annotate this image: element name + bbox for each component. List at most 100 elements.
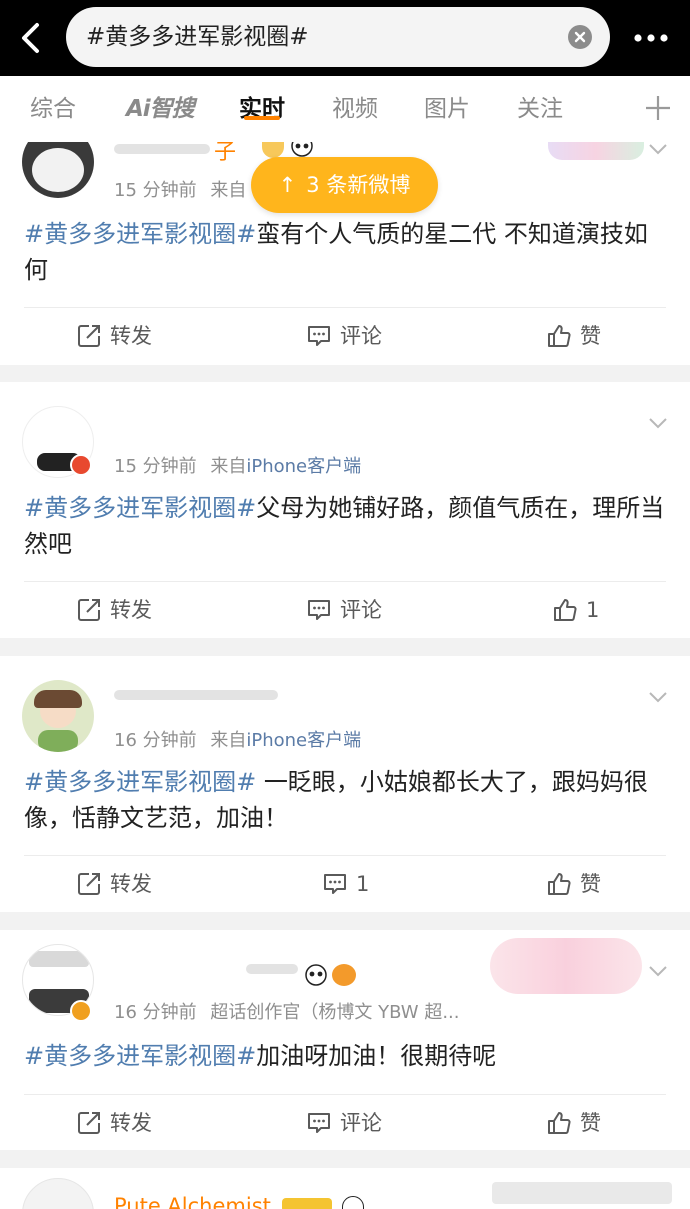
comment-label: 评论: [340, 1111, 382, 1135]
like-icon: [548, 1112, 571, 1134]
post-meta: 16 分钟前 超话创作官（杨博文 YBW 超...: [114, 998, 459, 1024]
panda-emoji-icon: [290, 142, 314, 158]
active-tab-indicator: [244, 116, 280, 120]
repost-icon: [78, 325, 100, 347]
post-time: 15 分钟前: [114, 180, 197, 201]
tab-following[interactable]: 关注: [517, 76, 563, 142]
verified-badge-icon: [70, 1000, 92, 1022]
topic-link[interactable]: #黄多多进军影视圈#: [24, 768, 256, 796]
verified-badge-icon: [70, 454, 92, 476]
post-source[interactable]: 超话创作官（杨博文 YBW 超...: [210, 1002, 459, 1023]
more-icon: [634, 34, 668, 42]
post-card[interactable]: Pute Alchemist: [0, 1168, 690, 1209]
comment-icon: [308, 1113, 330, 1133]
comment-icon: [308, 326, 330, 346]
fish-emoji-icon: [332, 964, 356, 986]
screen: #黄多多进军影视圈# 综合 Ai智搜 实时 视频 图片 关注 子 15 分钟前 …: [0, 0, 690, 1209]
arrow-up-icon: ↑: [278, 173, 297, 197]
back-arrow-icon: [22, 23, 39, 53]
username-blurred: [246, 964, 298, 974]
tab-video[interactable]: 视频: [332, 76, 378, 142]
comment-count: 1: [356, 872, 370, 896]
badge-icon: [262, 142, 284, 158]
like-icon: [548, 873, 571, 895]
panda-emoji-icon: [304, 964, 328, 986]
plus-icon: [646, 96, 670, 120]
tab-bar: 综合 Ai智搜 实时 视频 图片 关注: [0, 76, 690, 142]
more-button[interactable]: [632, 24, 670, 52]
clear-icon: [574, 31, 586, 43]
like-label: 赞: [580, 872, 601, 896]
comment-icon: [308, 600, 330, 620]
search-header: #黄多多进军影视圈#: [0, 0, 690, 76]
badge-icon: [282, 1198, 332, 1209]
card-decoration: [490, 938, 642, 994]
source-prefix: 来自: [210, 456, 247, 477]
post-source[interactable]: iPhone客户端: [246, 456, 361, 477]
post-actions: 转发 评论 赞: [0, 1095, 690, 1150]
watermark: [492, 1182, 672, 1204]
post-actions: 转发 评论 赞: [0, 308, 690, 364]
source-prefix: 来自: [210, 730, 247, 751]
post-card[interactable]: 16 分钟前 来自iPhone客户端 #黄多多进军影视圈# 一眨眼，小姑娘都长大…: [0, 656, 690, 912]
tab-realtime[interactable]: 实时: [239, 76, 285, 142]
post-time: 16 分钟前: [114, 1002, 197, 1023]
avatar[interactable]: [22, 680, 94, 752]
avatar[interactable]: [22, 142, 94, 198]
username[interactable]: Pute Alchemist: [114, 1194, 271, 1209]
panda-emoji-icon: [342, 1196, 364, 1209]
repost-icon: [78, 1112, 100, 1134]
comment-icon: [324, 874, 346, 894]
like-label: 赞: [580, 1111, 601, 1135]
post-text: #黄多多进军影视圈#父母为她铺好路，颜值气质在，理所当然吧: [24, 490, 669, 562]
post-actions: 转发 评论 1: [0, 582, 690, 638]
tab-images[interactable]: 图片: [424, 76, 470, 142]
new-posts-label: 3 条新微博: [306, 173, 411, 197]
post-card[interactable]: 15 分钟前 来自iPhone客户端 #黄多多进军影视圈#父母为她铺好路，颜值气…: [0, 382, 690, 638]
username-blurred: [114, 690, 278, 700]
tab-ai-search[interactable]: Ai智搜: [126, 76, 195, 142]
post-card[interactable]: 16 分钟前 超话创作官（杨博文 YBW 超... #黄多多进军影视圈#加油呀加…: [0, 930, 690, 1150]
source-prefix: 来自: [210, 180, 247, 201]
post-actions: 转发 1 赞: [0, 856, 690, 912]
avatar[interactable]: [22, 1178, 94, 1209]
chevron-down-icon[interactable]: [648, 690, 668, 704]
repost-icon: [78, 599, 100, 621]
clear-button[interactable]: [568, 25, 592, 49]
topic-link[interactable]: #黄多多进军影视圈#: [24, 220, 256, 248]
repost-label: 转发: [110, 324, 152, 348]
repost-label: 转发: [110, 872, 152, 896]
add-tab-button[interactable]: [644, 94, 672, 122]
search-query: #黄多多进军影视圈#: [86, 24, 309, 50]
post-text: #黄多多进军影视圈#蛮有个人气质的星二代 不知道演技如何: [24, 216, 669, 288]
card-decoration: [548, 142, 644, 160]
search-input[interactable]: #黄多多进军影视圈#: [66, 7, 610, 67]
chevron-down-icon[interactable]: [648, 416, 668, 430]
back-button[interactable]: [14, 18, 50, 58]
post-meta: 15 分钟前 来自iPhone客户端: [114, 452, 361, 478]
post-body: 加油呀加油！很期待呢: [256, 1042, 497, 1070]
username-fragment: 子: [214, 142, 237, 165]
repost-icon: [78, 873, 100, 895]
comment-label: 评论: [340, 598, 382, 622]
tab-comprehensive[interactable]: 综合: [30, 76, 76, 142]
post-time: 15 分钟前: [114, 456, 197, 477]
username-blurred: [114, 144, 210, 154]
chevron-down-icon[interactable]: [648, 142, 668, 156]
post-time: 16 分钟前: [114, 730, 197, 751]
post-text: #黄多多进军影视圈# 一眨眼，小姑娘都长大了，跟妈妈很像，恬静文艺范，加油！: [24, 764, 669, 836]
post-source[interactable]: iPhone客户端: [246, 730, 361, 751]
new-posts-toast[interactable]: ↑ 3 条新微博: [251, 157, 438, 213]
like-count: 1: [586, 598, 600, 622]
like-label: 赞: [580, 324, 601, 348]
chevron-down-icon[interactable]: [648, 964, 668, 978]
post-meta: 16 分钟前 来自iPhone客户端: [114, 726, 361, 752]
post-meta: 15 分钟前 来自 C: [114, 176, 265, 202]
topic-link[interactable]: #黄多多进军影视圈#: [24, 494, 256, 522]
repost-label: 转发: [110, 1111, 152, 1135]
repost-label: 转发: [110, 598, 152, 622]
like-icon: [554, 599, 577, 621]
topic-link[interactable]: #黄多多进军影视圈#: [24, 1042, 256, 1070]
like-icon: [548, 325, 571, 347]
post-text: #黄多多进军影视圈#加油呀加油！很期待呢: [24, 1038, 669, 1074]
